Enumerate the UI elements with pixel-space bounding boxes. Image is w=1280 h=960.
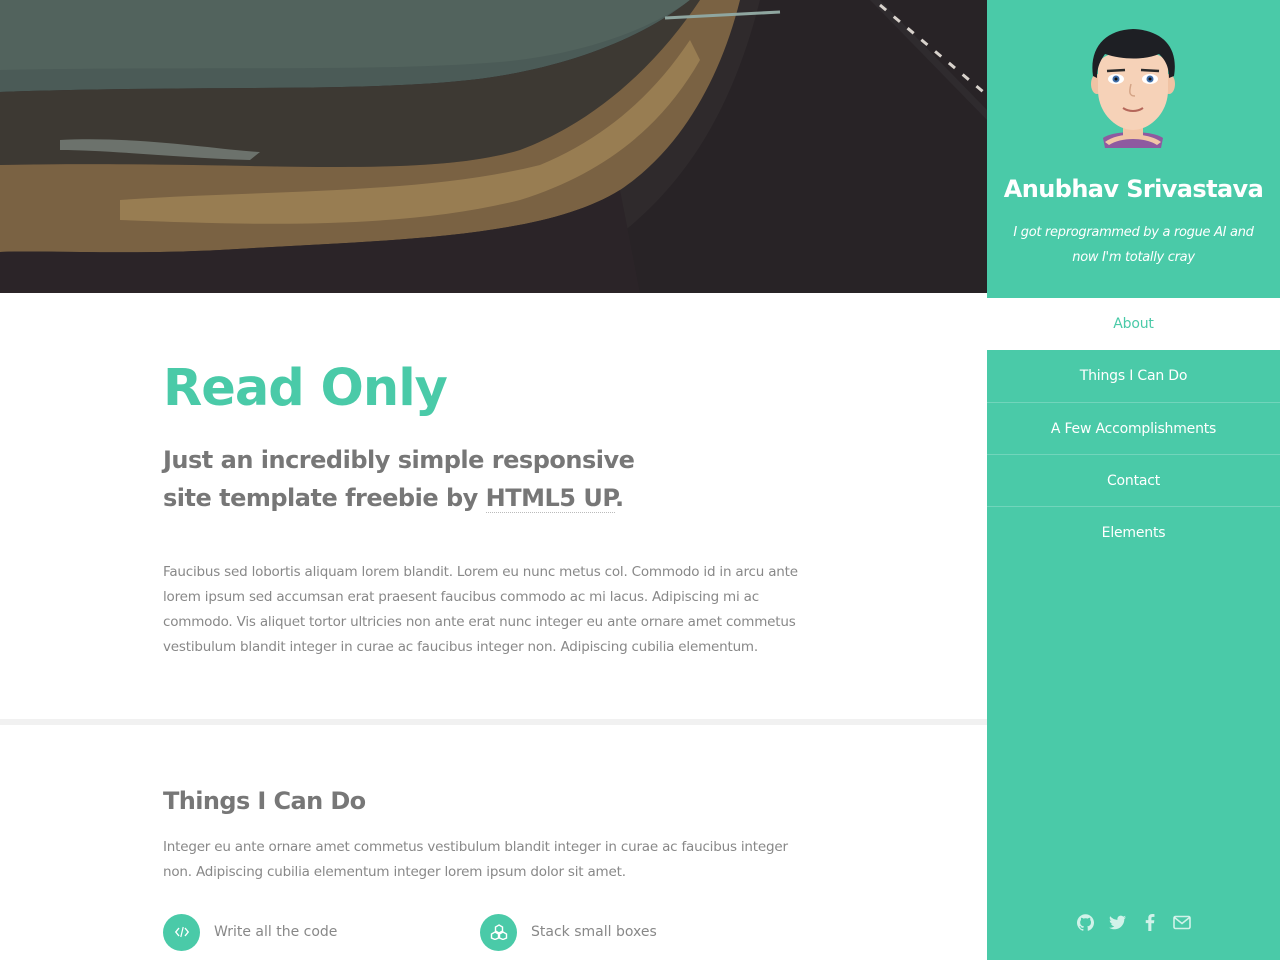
twitter-icon[interactable] <box>1108 912 1128 932</box>
sidebar-nav: About Things I Can Do A Few Accomplishme… <box>987 298 1280 558</box>
cubes-icon <box>480 913 517 951</box>
profile-name: Anubhav Srivastava <box>1003 175 1264 203</box>
feature-write-code: Write all the code <box>163 913 337 951</box>
skills-section: Things I Can Do Integer eu ante ornare a… <box>0 725 987 960</box>
feature-label: Stack small boxes <box>531 924 657 940</box>
nav-item-things-i-can-do[interactable]: Things I Can Do <box>987 350 1280 402</box>
nav-item-accomplishments[interactable]: A Few Accomplishments <box>987 402 1280 454</box>
github-icon[interactable] <box>1076 912 1096 932</box>
feature-stack-boxes: Stack small boxes <box>480 913 657 951</box>
nav-item-about[interactable]: About <box>987 298 1280 350</box>
subtitle-end: . <box>615 484 624 512</box>
code-icon <box>163 913 200 951</box>
avatar <box>1083 26 1183 148</box>
nav-item-elements[interactable]: Elements <box>987 506 1280 558</box>
skills-heading: Things I Can Do <box>163 787 366 815</box>
page-title: Read Only <box>163 359 448 418</box>
main-content: Read Only Just an incredibly simple resp… <box>0 293 987 960</box>
sidebar: Anubhav Srivastava I got reprogrammed by… <box>987 0 1280 960</box>
profile-tagline: I got reprogrammed by a rogue AI and now… <box>1013 225 1254 265</box>
html5up-link[interactable]: HTML5 UP <box>485 484 616 513</box>
skills-intro: Integer eu ante ornare amet commetus ves… <box>163 839 788 880</box>
about-section: Read Only Just an incredibly simple resp… <box>0 293 987 719</box>
nav-item-contact[interactable]: Contact <box>987 454 1280 506</box>
facebook-icon[interactable] <box>1140 912 1160 932</box>
hero-banner-image <box>0 0 987 293</box>
about-paragraph: Faucibus sed lobortis aliquam lorem blan… <box>163 564 798 655</box>
social-links <box>987 912 1280 932</box>
page-subtitle: Just an incredibly simple responsive sit… <box>163 441 663 517</box>
envelope-icon[interactable] <box>1172 912 1192 932</box>
feature-label: Write all the code <box>214 924 338 940</box>
